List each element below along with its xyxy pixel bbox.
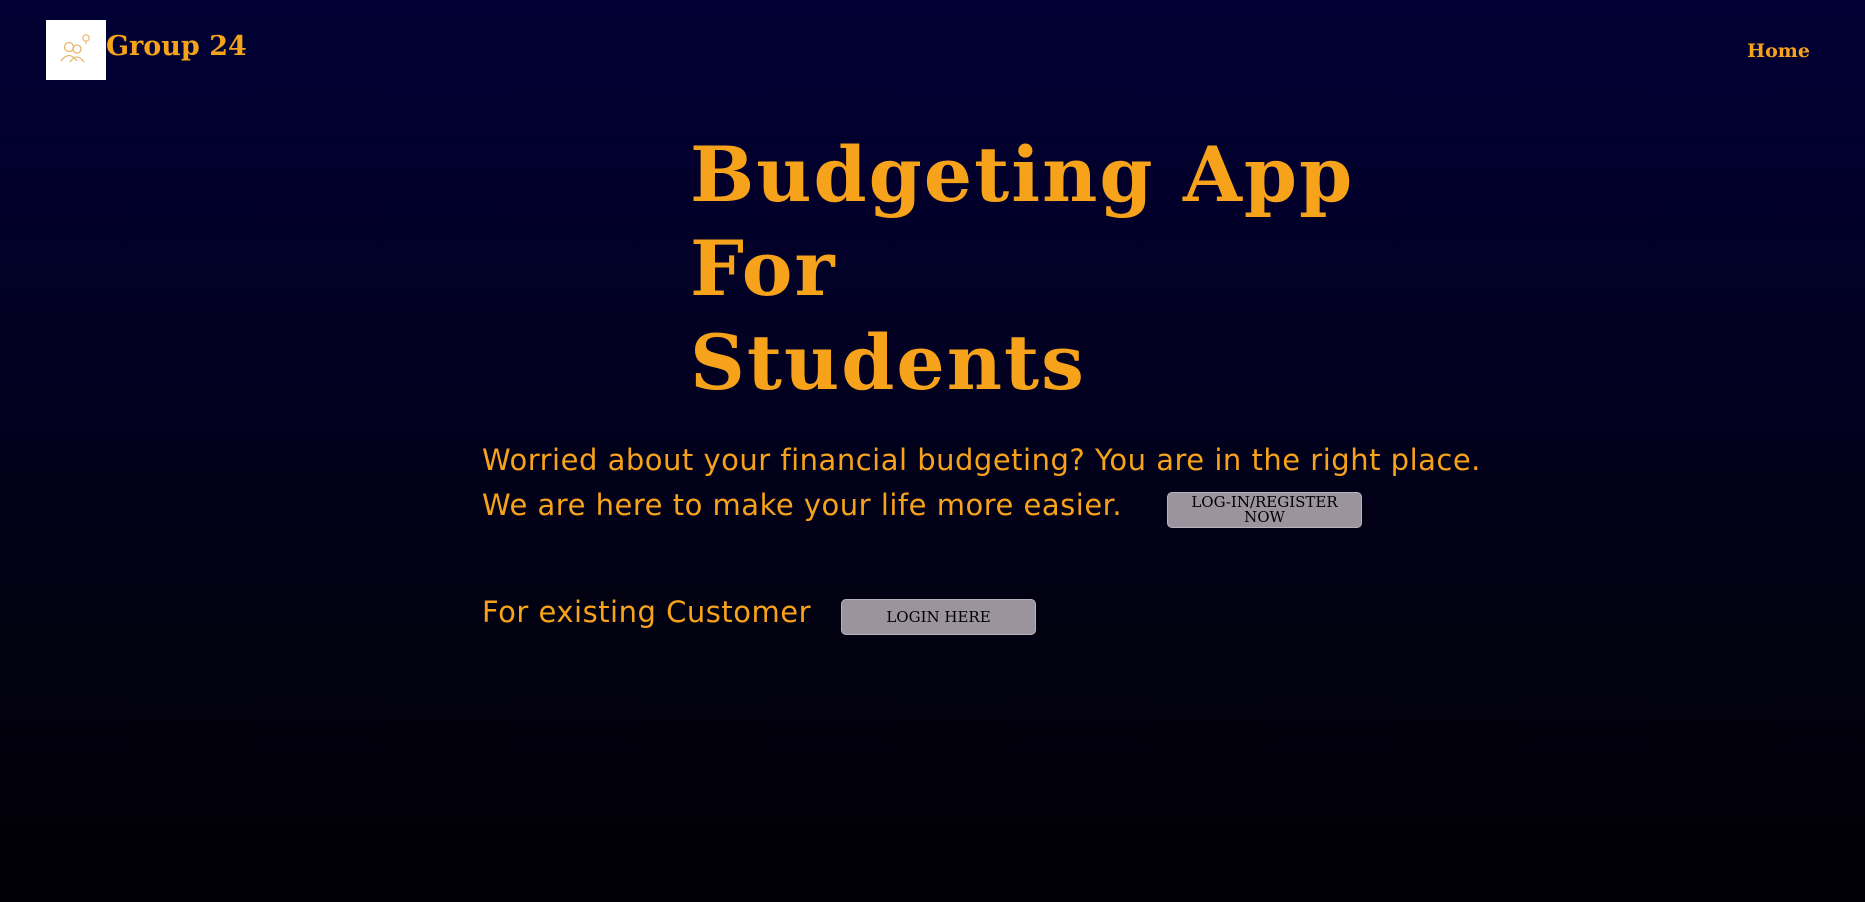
existing-customer-label: For existing Customer [482, 595, 811, 629]
brand-name[interactable]: Group 24 [106, 33, 247, 60]
nav-home-link[interactable]: Home [1747, 42, 1810, 61]
register-button[interactable]: LOG-IN/REGISTER NOW [1167, 492, 1362, 528]
logo[interactable] [46, 20, 106, 80]
login-button[interactable]: LOGIN HERE [841, 599, 1036, 635]
tagline-line-1: Worried about your financial budgeting? … [482, 443, 1481, 477]
hero-title: Budgeting App For Students [690, 130, 1355, 407]
people-with-idea-icon [60, 34, 90, 63]
